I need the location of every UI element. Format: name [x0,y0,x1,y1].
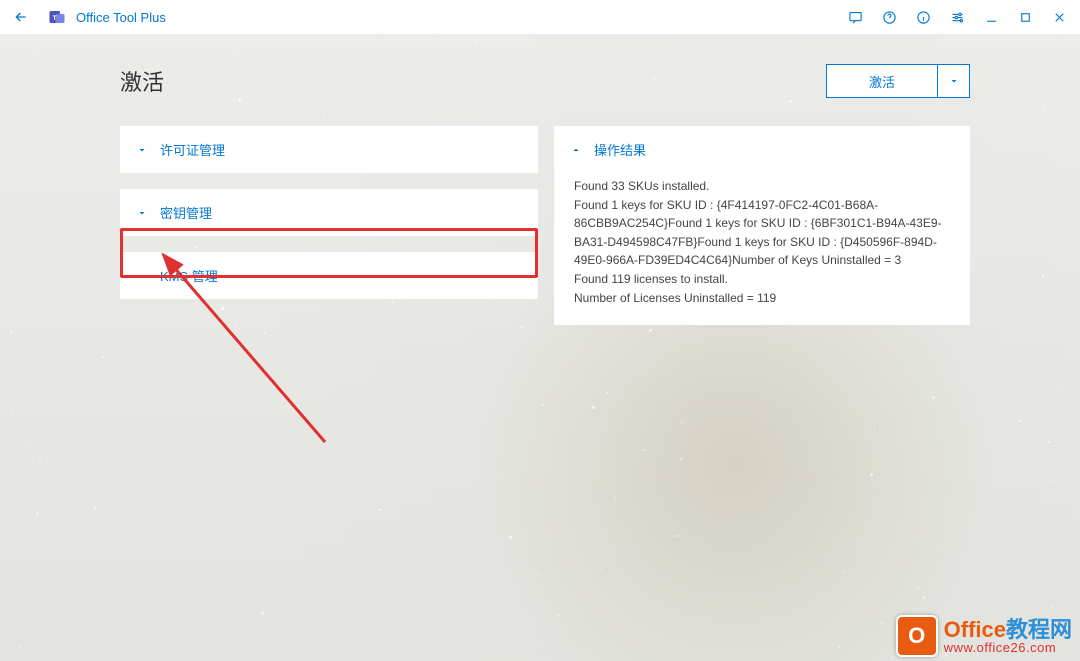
panel-kms[interactable]: KMS 管理 [120,252,538,299]
watermark-line2: www.office26.com [944,641,1072,654]
activate-button-label[interactable]: 激活 [827,65,937,97]
panel-result-body: Found 33 SKUs installed. Found 1 keys fo… [554,173,970,325]
minimize-button[interactable] [974,0,1008,34]
chevron-down-icon [136,207,148,219]
maximize-button[interactable] [1008,0,1042,34]
panel-license-title: 许可证管理 [160,140,225,159]
activate-dropdown-icon[interactable] [937,65,969,97]
watermark: O Office教程网 www.office26.com [896,615,1072,657]
close-button[interactable] [1042,0,1076,34]
activate-split-button[interactable]: 激活 [826,64,970,98]
panel-result: 操作结果 Found 33 SKUs installed. Found 1 ke… [554,126,970,325]
back-button[interactable] [4,0,38,34]
chevron-up-icon [570,144,582,156]
settings-icon[interactable] [940,0,974,34]
watermark-line1: Office教程网 [944,619,1072,641]
page-title: 激活 [120,65,164,97]
help-icon[interactable] [872,0,906,34]
app-title: Office Tool Plus [76,10,166,25]
panel-license[interactable]: 许可证管理 [120,126,538,173]
watermark-icon: O [896,615,938,657]
app-logo-icon: T [48,8,66,26]
titlebar: T Office Tool Plus [0,0,1080,34]
panel-key-title: 密钥管理 [160,203,212,222]
chevron-down-icon [136,144,148,156]
feedback-icon[interactable] [838,0,872,34]
info-icon[interactable] [906,0,940,34]
panel-kms-title: KMS 管理 [160,266,218,285]
panel-result-title: 操作结果 [594,140,646,159]
panel-result-header[interactable]: 操作结果 [554,126,970,173]
chevron-down-icon [136,270,148,282]
panel-key[interactable]: 密钥管理 [120,189,538,236]
